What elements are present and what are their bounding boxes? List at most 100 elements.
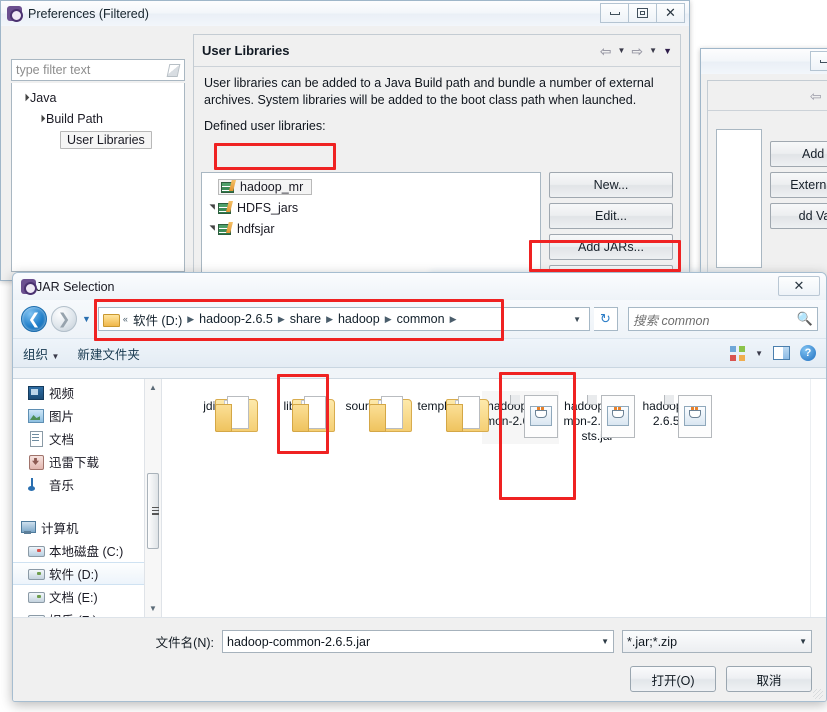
background-right-pane: ⇦ ▼ ⇨ ▼ ▼ Add JARs... External JARs... d…: [707, 80, 827, 279]
navigation-scrollbar[interactable]: ▲ ▼: [144, 379, 161, 617]
pane-menu-icon[interactable]: ▼: [663, 46, 672, 56]
breadcrumb-separator[interactable]: ▶: [185, 314, 196, 325]
file-item-templates[interactable]: templates: [405, 391, 489, 444]
list-item[interactable]: HDFS_jars: [202, 197, 540, 218]
breadcrumb-drive[interactable]: 软件 (D:): [130, 310, 185, 329]
breadcrumb-separator[interactable]: ▶: [448, 314, 459, 325]
background-add-external-jars-button[interactable]: External JARs...: [770, 172, 827, 198]
cancel-button[interactable]: 取消: [726, 666, 812, 692]
file-item-hadoop-common-tests-jar[interactable]: hadoop-common-2.6.5-tests.jar: [559, 391, 636, 444]
preferences-window-controls[interactable]: ✕: [600, 3, 685, 23]
help-icon[interactable]: ?: [800, 345, 816, 361]
file-type-filter-dropdown[interactable]: *.jar;*.zip ▼: [622, 630, 812, 653]
file-list-pane[interactable]: jdiff lib sources templates hadoop-commo…: [161, 379, 826, 617]
maximize-button[interactable]: [628, 3, 657, 23]
background-add-variable-button[interactable]: dd Variable...: [770, 203, 827, 229]
file-item-jdiff[interactable]: jdiff: [174, 391, 258, 444]
breadcrumb-separator[interactable]: ▶: [383, 314, 394, 325]
preferences-window-background[interactable]: ✕ ⇦ ▼ ⇨ ▼ ▼ Add JARs... External JARs...…: [700, 48, 827, 280]
breadcrumb-hadoop-sub[interactable]: hadoop: [335, 312, 383, 326]
forward-arrow-icon[interactable]: ⇨: [631, 44, 643, 58]
breadcrumb-hadoop[interactable]: hadoop-2.6.5: [196, 312, 276, 326]
explorer-command-bar[interactable]: 组织 ▼ 新建文件夹 ▼ ?: [13, 338, 826, 368]
file-item-lib[interactable]: lib: [251, 391, 335, 444]
filename-dropdown-icon[interactable]: ▼: [595, 637, 609, 646]
sidebar-item-local-disk-c[interactable]: 本地磁盘 (C:): [13, 539, 161, 562]
sidebar-item-documents[interactable]: 文档: [13, 427, 161, 450]
tree-item-build-path[interactable]: Build Path: [12, 108, 184, 129]
library-label: hdfsjar: [237, 221, 275, 236]
back-arrow-icon[interactable]: ⇦: [810, 89, 822, 103]
drive-icon: [27, 589, 45, 604]
back-dropdown-icon[interactable]: ▼: [618, 46, 626, 55]
preferences-window[interactable]: Preferences (Filtered) ✕ type filter tex…: [0, 0, 690, 296]
back-arrow-icon[interactable]: ⇦: [600, 44, 612, 58]
tree-item-java[interactable]: Java: [12, 87, 184, 108]
view-controls[interactable]: ▼ ?: [730, 345, 816, 361]
list-item[interactable]: hadoop_mr: [202, 176, 540, 197]
resize-grip[interactable]: [813, 689, 823, 699]
sidebar-item-entertainment-f[interactable]: 娱乐 (F:): [13, 608, 161, 617]
minimize-button[interactable]: [810, 51, 827, 71]
background-button-column[interactable]: Add JARs... External JARs... dd Variable…: [770, 141, 827, 234]
breadcrumb-separator[interactable]: ▶: [324, 314, 335, 325]
close-button[interactable]: ✕: [778, 276, 820, 296]
background-add-jars-button[interactable]: Add JARs...: [770, 141, 827, 167]
pane-navigation[interactable]: ⇦ ▼ ⇨ ▼ ▼: [600, 44, 672, 58]
dialog-buttons[interactable]: 打开(O) 取消: [630, 666, 812, 692]
file-item-sources[interactable]: sources: [328, 391, 412, 444]
chevron-down-icon[interactable]: ▼: [52, 352, 60, 361]
open-button[interactable]: 打开(O): [630, 666, 716, 692]
scroll-up-icon[interactable]: ▲: [145, 379, 161, 396]
address-bar[interactable]: « 软件 (D:) ▶ hadoop-2.6.5 ▶ share ▶ hadoo…: [97, 307, 590, 331]
views-icon[interactable]: [730, 345, 746, 361]
file-item-hadoop-common-jar[interactable]: hadoop-common-2.6.5.jar: [482, 391, 559, 444]
breadcrumb-separator[interactable]: ▶: [276, 314, 287, 325]
new-button[interactable]: New...: [549, 172, 673, 198]
search-input[interactable]: 搜索 common 🔍: [628, 307, 818, 331]
scroll-down-icon[interactable]: ▼: [145, 600, 161, 617]
recent-locations-icon[interactable]: ▼: [82, 314, 91, 324]
minimize-button[interactable]: [600, 3, 629, 23]
filter-clear-icon[interactable]: [166, 63, 180, 77]
forward-dropdown-icon[interactable]: ▼: [649, 46, 657, 55]
address-dropdown-icon[interactable]: ▼: [567, 315, 587, 324]
forward-button[interactable]: ❯: [51, 306, 77, 332]
chevron-down-icon[interactable]: [36, 114, 46, 123]
sidebar-item-music[interactable]: 音乐: [13, 473, 161, 496]
preview-pane-icon[interactable]: [773, 346, 790, 360]
breadcrumb-common[interactable]: common: [394, 312, 448, 326]
list-item[interactable]: hdfsjar: [202, 218, 540, 239]
background-pane-nav[interactable]: ⇦ ▼ ⇨ ▼ ▼: [708, 81, 827, 111]
file-item-hadoop-nfs-jar[interactable]: hadoop-nfs-2.6.5.jar: [636, 391, 713, 444]
jar-selection-dialog[interactable]: JAR Selection ✕ ❮ ❯ ▼ « 软件 (D:) ▶ hadoop…: [12, 272, 827, 702]
filter-input[interactable]: type filter text: [11, 59, 185, 81]
preferences-tree[interactable]: Java Build Path User Libraries: [11, 83, 185, 272]
new-folder-button[interactable]: 新建文件夹: [77, 344, 140, 363]
filename-input[interactable]: hadoop-common-2.6.5.jar ▼: [222, 630, 614, 653]
navigation-pane[interactable]: 视频 图片 文档 迅雷下载 音乐 计算机 本地磁盘 (C:) 软件 (D:) 文…: [13, 379, 161, 617]
chevron-down-icon[interactable]: [20, 93, 30, 102]
sidebar-item-documents-e[interactable]: 文档 (E:): [13, 585, 161, 608]
background-library-list[interactable]: [716, 129, 762, 268]
file-pane-scrollbar[interactable]: [810, 379, 826, 617]
sidebar-item-videos[interactable]: 视频: [13, 381, 161, 404]
views-dropdown-icon[interactable]: ▼: [755, 349, 763, 358]
edit-button[interactable]: Edit...: [549, 203, 673, 229]
scrollbar-thumb[interactable]: [147, 473, 159, 549]
sidebar-item-pictures[interactable]: 图片: [13, 404, 161, 427]
chevron-down-icon[interactable]: ▼: [793, 637, 807, 646]
add-jars-button[interactable]: Add JARs...: [549, 234, 673, 260]
breadcrumb-share[interactable]: share: [287, 312, 324, 326]
refresh-button[interactable]: ↻: [594, 307, 618, 331]
tree-item-user-libraries[interactable]: User Libraries: [12, 129, 184, 150]
close-button[interactable]: ✕: [656, 3, 685, 23]
sidebar-item-thunder-download[interactable]: 迅雷下载: [13, 450, 161, 473]
explorer-navigation-bar[interactable]: ❮ ❯ ▼ « 软件 (D:) ▶ hadoop-2.6.5 ▶ share ▶…: [13, 300, 826, 338]
background-window-controls[interactable]: ✕: [810, 51, 827, 71]
sidebar-item-software-d[interactable]: 软件 (D:): [13, 562, 161, 585]
sidebar-item-computer[interactable]: 计算机: [13, 516, 161, 539]
organize-menu[interactable]: 组织 ▼: [23, 344, 59, 363]
back-button[interactable]: ❮: [21, 306, 47, 332]
overflow-icon[interactable]: «: [121, 314, 130, 324]
